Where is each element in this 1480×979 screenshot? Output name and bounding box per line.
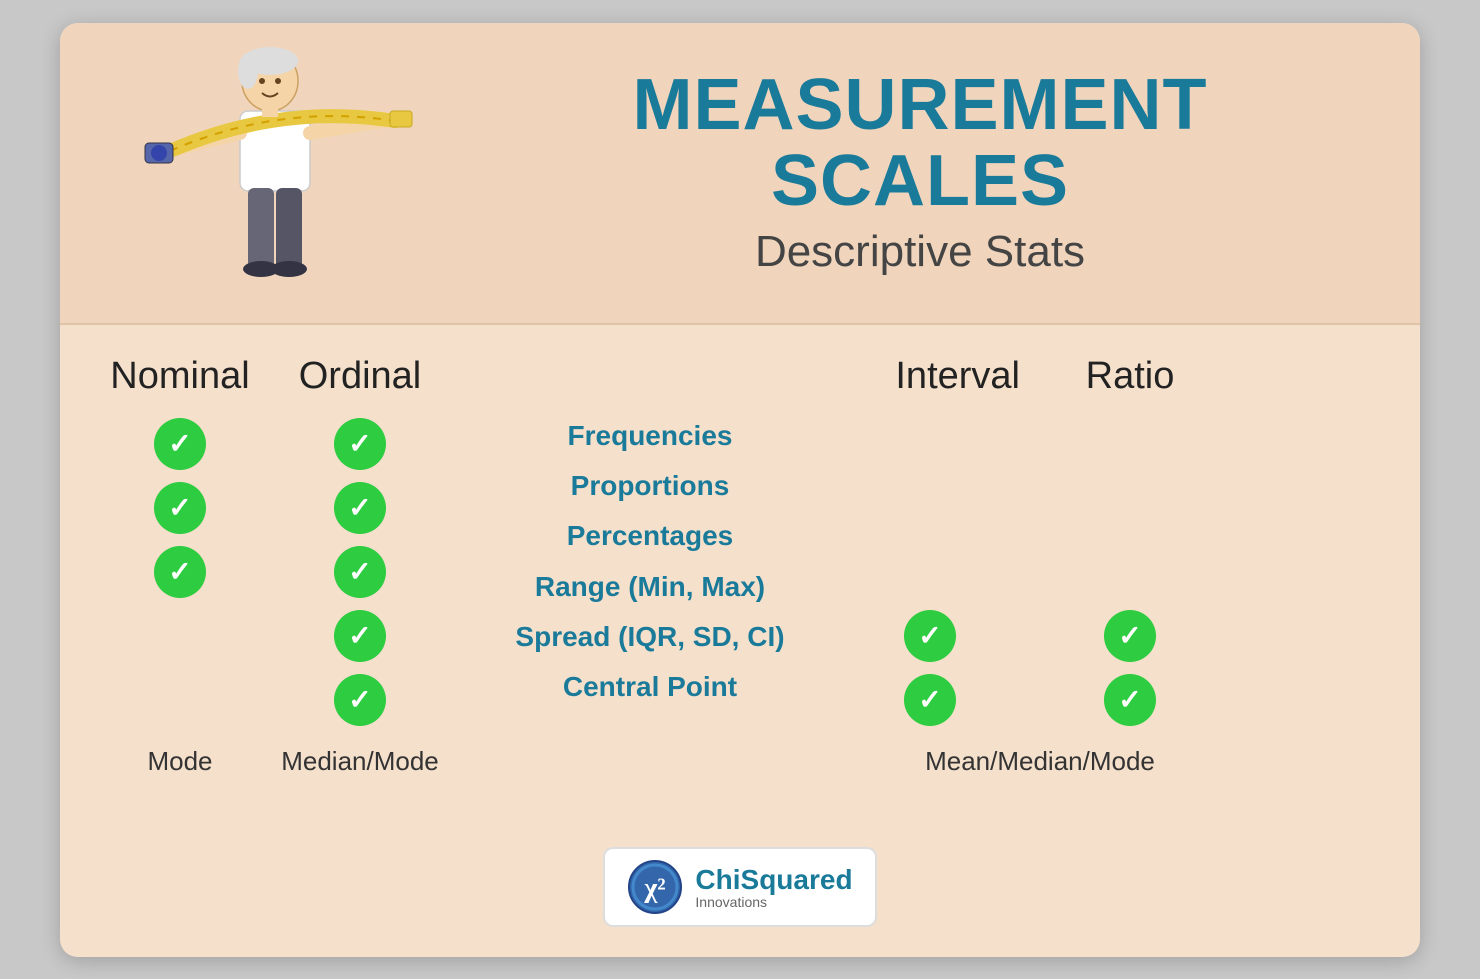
col-interval: ✓ ✓ bbox=[840, 408, 1040, 726]
brand-box: χ² ChiSquared Innovations bbox=[603, 847, 876, 927]
ordinal-check-3: ✓ bbox=[334, 546, 386, 598]
illustration bbox=[120, 43, 440, 303]
brand-name-container: ChiSquared Innovations bbox=[695, 864, 852, 910]
stat-range: Range (Min, Max) bbox=[535, 569, 765, 605]
interval-ratio-bottom: Mean/Median/Mode bbox=[840, 746, 1240, 777]
bottom-labels: Mode Median/Mode Mean/Median/Mode bbox=[100, 746, 1380, 777]
nominal-header: Nominal bbox=[100, 355, 260, 398]
stat-percentages: Percentages bbox=[567, 518, 734, 554]
interval-header: Interval bbox=[840, 355, 1040, 398]
footer: χ² ChiSquared Innovations bbox=[60, 817, 1420, 957]
interval-check-2: ✓ bbox=[904, 674, 956, 726]
ratio-header: Ratio bbox=[1040, 355, 1220, 398]
card: MEASUREMENT SCALES Descriptive Stats Nom… bbox=[60, 23, 1420, 957]
person-illustration bbox=[140, 43, 420, 303]
stat-frequencies: Frequencies bbox=[568, 418, 733, 454]
ordinal-check-1: ✓ bbox=[334, 418, 386, 470]
ordinal-bottom: Median/Mode bbox=[260, 746, 460, 777]
ordinal-check-2: ✓ bbox=[334, 482, 386, 534]
brand-name: ChiSquared bbox=[695, 864, 852, 896]
interval-check-1: ✓ bbox=[904, 610, 956, 662]
scale-headers: Nominal Ordinal Interval Ratio bbox=[100, 355, 1380, 398]
stat-spread: Spread (IQR, SD, CI) bbox=[515, 619, 784, 655]
stat-central: Central Point bbox=[563, 669, 737, 705]
col-ordinal: ✓ ✓ ✓ ✓ ✓ bbox=[260, 408, 460, 726]
col-nominal: ✓ ✓ ✓ bbox=[100, 408, 260, 598]
ordinal-check-5: ✓ bbox=[334, 674, 386, 726]
stat-proportions: Proportions bbox=[571, 468, 730, 504]
col-center: Frequencies Proportions Percentages Rang… bbox=[460, 408, 840, 706]
ratio-check-1: ✓ bbox=[1104, 610, 1156, 662]
ordinal-check-4: ✓ bbox=[334, 610, 386, 662]
subtitle: Descriptive Stats bbox=[480, 227, 1360, 277]
nominal-check-2: ✓ bbox=[154, 482, 206, 534]
nominal-bottom: Mode bbox=[100, 746, 260, 777]
brand-sub: Innovations bbox=[695, 894, 852, 910]
main-content: Nominal Ordinal Interval Ratio ✓ ✓ ✓ ✓ ✓… bbox=[60, 325, 1420, 817]
nominal-check-3: ✓ bbox=[154, 546, 206, 598]
col-ratio: ✓ ✓ bbox=[1040, 408, 1220, 726]
ratio-check-2: ✓ bbox=[1104, 674, 1156, 726]
page-title: MEASUREMENT SCALES bbox=[480, 68, 1360, 219]
svg-text:χ²: χ² bbox=[644, 873, 666, 904]
ordinal-header: Ordinal bbox=[260, 355, 460, 398]
brand-icon: χ² bbox=[627, 859, 683, 915]
data-grid: ✓ ✓ ✓ ✓ ✓ ✓ ✓ ✓ Frequencies Proportions … bbox=[100, 408, 1380, 726]
header-text: MEASUREMENT SCALES Descriptive Stats bbox=[440, 68, 1360, 277]
header: MEASUREMENT SCALES Descriptive Stats bbox=[60, 23, 1420, 325]
nominal-check-1: ✓ bbox=[154, 418, 206, 470]
